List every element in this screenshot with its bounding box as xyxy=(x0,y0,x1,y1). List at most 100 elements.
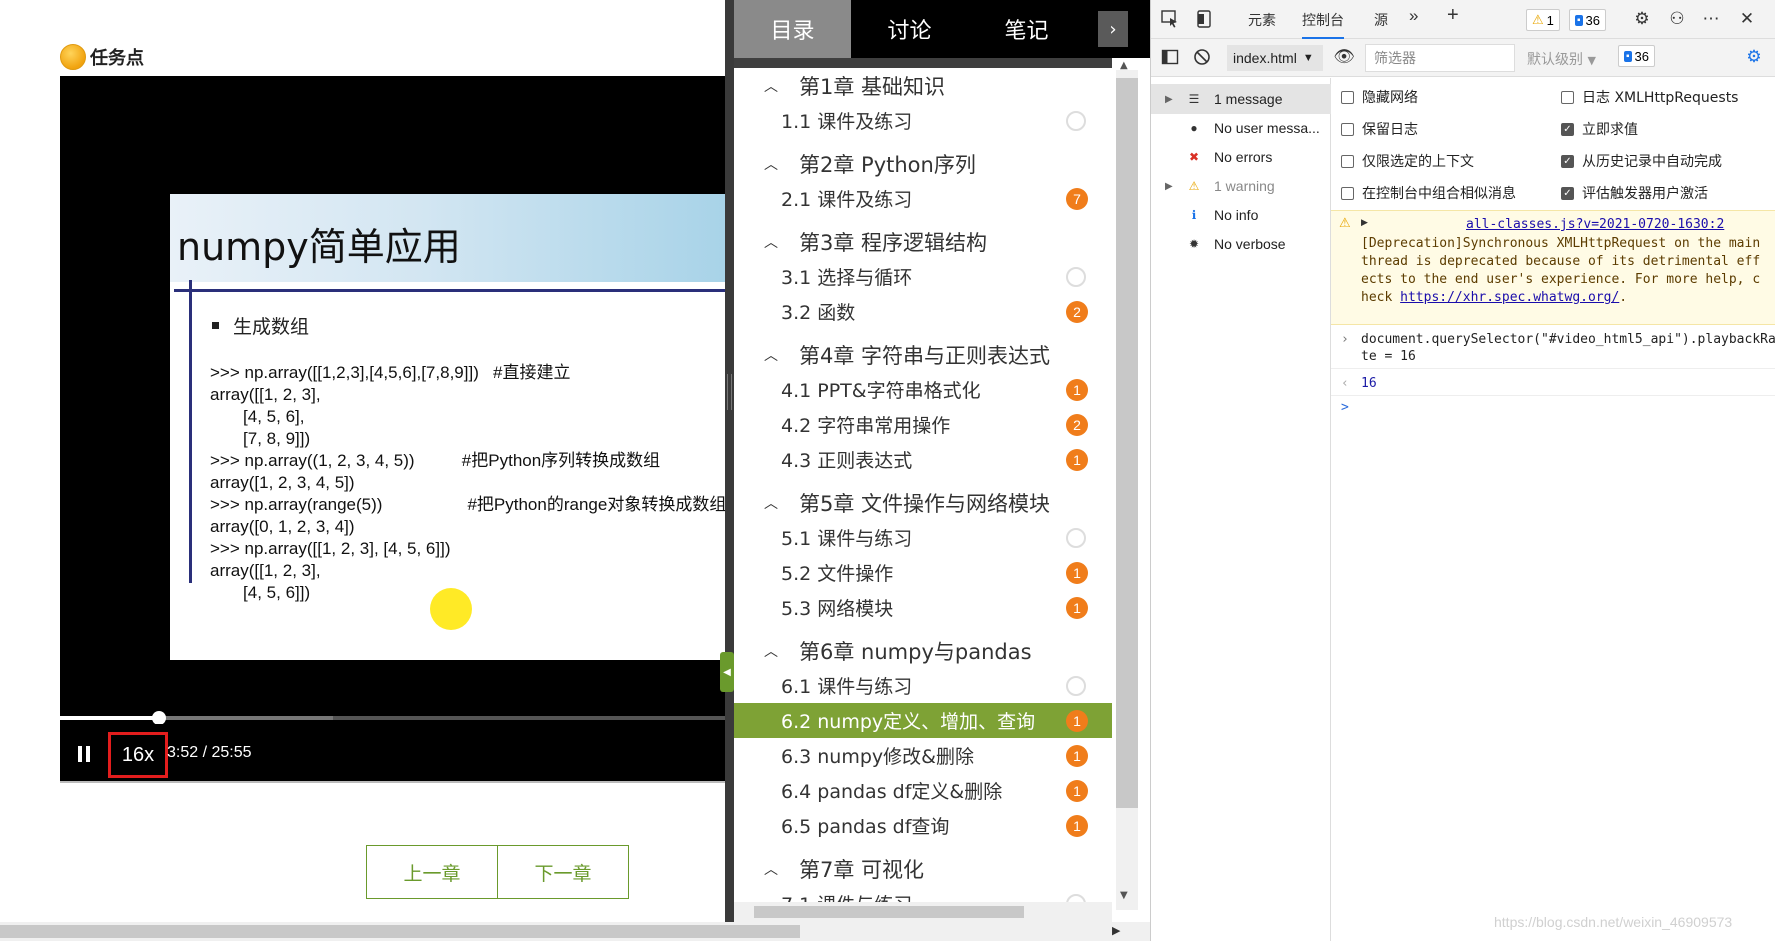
scroll-up-icon[interactable]: ▲ xyxy=(1120,60,1128,71)
horizontal-scrollbar[interactable]: ▶ xyxy=(0,922,1150,941)
catalog-horizontal-scrollbar[interactable] xyxy=(734,902,1112,922)
checkbox-unchecked-icon[interactable] xyxy=(1341,154,1354,168)
catalog-chapter[interactable]: ︿ 第1章 基础知识 xyxy=(734,68,1114,103)
console-setting-checkbox[interactable]: ✓ 从历史记录中自动完成 xyxy=(1561,151,1722,171)
console-prompt[interactable]: > xyxy=(1331,396,1775,426)
console-sidebar-item[interactable]: ▶ ⚠ 1 warning xyxy=(1151,171,1331,201)
close-icon[interactable]: ✕ xyxy=(1736,8,1758,30)
tabs-next-icon[interactable]: › xyxy=(1098,11,1128,47)
chevron-up-icon[interactable]: ︿ xyxy=(764,859,778,879)
console-setting-checkbox[interactable]: 在控制台中组合相似消息 xyxy=(1341,183,1516,203)
pane-splitter[interactable] xyxy=(725,0,734,922)
checkbox-unchecked-icon[interactable] xyxy=(1341,122,1354,136)
scrollbar-thumb[interactable] xyxy=(0,925,800,938)
chevron-up-icon[interactable]: ︿ xyxy=(764,232,778,252)
scroll-down-icon[interactable]: ▼ xyxy=(1120,890,1128,901)
clear-console-icon[interactable] xyxy=(1191,46,1213,68)
catalog-chapter[interactable]: ︿ 第2章 Python序列 xyxy=(734,146,1114,181)
catalog-section[interactable]: 6.1 课件与练习 xyxy=(734,668,1114,703)
warning-source-link[interactable]: all-classes.js?v=2021-0720-1630:2 xyxy=(1466,217,1724,232)
expand-triangle-icon[interactable]: ▶ xyxy=(1361,217,1368,228)
video-progress-bar[interactable] xyxy=(60,711,725,725)
catalog-chapter[interactable]: ︿ 第7章 可视化 xyxy=(734,851,1114,886)
catalog-section[interactable]: 5.2 文件操作 1 xyxy=(734,555,1114,590)
next-chapter-button[interactable]: 下一章 xyxy=(497,845,629,899)
console-sidebar-item[interactable]: ✖ No errors xyxy=(1151,142,1331,172)
pause-icon[interactable] xyxy=(78,746,92,762)
catalog-section[interactable]: 6.4 pandas df定义&删除 1 xyxy=(734,773,1114,808)
tab-catalog[interactable]: 目录 xyxy=(734,0,851,58)
live-expression-eye-icon[interactable]: 👁 xyxy=(1333,46,1355,68)
checkbox-unchecked-icon[interactable] xyxy=(1341,186,1354,200)
console-sidebar-item[interactable]: ● No user messa... xyxy=(1151,113,1331,143)
catalog-section[interactable]: 5.3 网络模块 1 xyxy=(734,590,1114,625)
catalog-chapter[interactable]: ︿ 第5章 文件操作与网络模块 xyxy=(734,485,1114,520)
catalog-section[interactable]: 5.1 课件与练习 xyxy=(734,520,1114,555)
more-tabs-icon[interactable]: » xyxy=(1409,6,1418,26)
checkbox-checked-icon[interactable]: ✓ xyxy=(1561,186,1574,200)
scrollbar-thumb[interactable] xyxy=(754,906,1024,918)
catalog-section[interactable]: 6.3 numpy修改&删除 1 xyxy=(734,738,1114,773)
tab-discussion[interactable]: 讨论 xyxy=(851,0,968,58)
devtools-tab-sources[interactable]: 源 xyxy=(1374,10,1388,30)
console-filter-input[interactable]: 筛选器 xyxy=(1365,44,1515,72)
catalog-section-active[interactable]: 6.2 numpy定义、增加、查询 1 xyxy=(734,703,1114,738)
checkbox-checked-icon[interactable]: ✓ xyxy=(1561,154,1574,168)
console-setting-checkbox[interactable]: ✓ 立即求值 xyxy=(1561,119,1638,139)
console-setting-checkbox[interactable]: 保留日志 xyxy=(1341,119,1418,139)
devtools-tab-elements[interactable]: 元素 xyxy=(1248,10,1276,30)
log-level-select[interactable]: 默认级别 ▼ xyxy=(1527,49,1596,69)
console-sidebar-item[interactable]: ✹ No verbose xyxy=(1151,229,1331,259)
more-options-icon[interactable]: ⋯ xyxy=(1700,8,1722,30)
catalog-chapter[interactable]: ︿ 第4章 字符串与正则表达式 xyxy=(734,337,1114,372)
collapse-catalog-button[interactable]: ◀ xyxy=(720,652,734,692)
console-setting-checkbox[interactable]: ✓ 评估触发器用户激活 xyxy=(1561,183,1708,203)
catalog-section[interactable]: 2.1 课件及练习 7 xyxy=(734,181,1114,216)
catalog-section[interactable]: 3.2 函数 2 xyxy=(734,294,1114,329)
warning-help-link[interactable]: https://xhr.spec.whatwg.org/ xyxy=(1400,290,1619,305)
catalog-chapter[interactable]: ︿ 第3章 程序逻辑结构 xyxy=(734,224,1114,259)
scrollbar-thumb[interactable] xyxy=(1116,78,1138,808)
devtools-tab-console[interactable]: 控制台 xyxy=(1302,10,1344,39)
catalog-section[interactable]: 6.5 pandas df查询 1 xyxy=(734,808,1114,843)
playback-rate-button[interactable]: 16x xyxy=(108,732,168,778)
scroll-right-icon[interactable]: ▶ xyxy=(1112,924,1120,937)
catalog-vertical-scrollbar[interactable]: ▲ ▼ xyxy=(1112,58,1150,922)
chevron-up-icon[interactable]: ︿ xyxy=(764,76,778,96)
show-sidebar-icon[interactable] xyxy=(1159,46,1181,68)
catalog-section[interactable]: 3.1 选择与循环 xyxy=(734,259,1114,294)
console-setting-checkbox[interactable]: 隐藏网络 xyxy=(1341,87,1418,107)
catalog-section[interactable]: 4.2 字符串常用操作 2 xyxy=(734,407,1114,442)
checkbox-unchecked-icon[interactable] xyxy=(1561,90,1574,104)
console-setting-checkbox[interactable]: 日志 XMLHttpRequests xyxy=(1561,87,1738,107)
chevron-up-icon[interactable]: ︿ xyxy=(764,154,778,174)
chevron-up-icon[interactable]: ︿ xyxy=(764,493,778,513)
console-setting-checkbox[interactable]: 仅限选定的上下文 xyxy=(1341,151,1474,171)
context-selector[interactable]: index.html ▼ xyxy=(1227,45,1323,71)
checkbox-checked-icon[interactable]: ✓ xyxy=(1561,122,1574,136)
settings-gear-icon[interactable]: ⚙ xyxy=(1631,8,1653,30)
tab-notes[interactable]: 笔记 xyxy=(968,0,1085,58)
catalog-section[interactable]: 4.1 PPT&字符串格式化 1 xyxy=(734,372,1114,407)
console-settings-gear-icon[interactable]: ⚙ xyxy=(1743,46,1765,68)
chevron-up-icon[interactable]: ︿ xyxy=(764,345,778,365)
checkbox-unchecked-icon[interactable] xyxy=(1341,90,1354,104)
connection-icon[interactable]: ⚇ xyxy=(1666,8,1688,30)
inspect-element-icon[interactable] xyxy=(1159,8,1181,30)
catalog-section[interactable]: 1.1 课件及练习 xyxy=(734,103,1114,138)
console-sidebar-item[interactable]: ℹ No info xyxy=(1151,200,1331,230)
device-toolbar-icon[interactable] xyxy=(1193,8,1215,30)
expand-triangle-icon[interactable]: ▶ xyxy=(1165,181,1173,192)
warnings-counter[interactable]: ⚠ 1 xyxy=(1526,9,1560,31)
video-player[interactable]: numpy简单应用 生成数组 >>> np.array([[1,2,3],[4,… xyxy=(60,76,725,781)
expand-triangle-icon[interactable]: ▶ xyxy=(1165,94,1173,105)
catalog-chapter[interactable]: ︿ 第6章 numpy与pandas xyxy=(734,633,1114,668)
issues-counter[interactable]: ▪ 36 xyxy=(1618,45,1656,67)
progress-handle[interactable] xyxy=(152,711,167,725)
console-sidebar-item[interactable]: ▶ ☰ 1 message xyxy=(1151,84,1331,114)
messages-counter[interactable]: ▪ 36 xyxy=(1569,9,1607,31)
add-tab-icon[interactable]: + xyxy=(1447,4,1459,27)
catalog-section[interactable]: 4.3 正则表达式 1 xyxy=(734,442,1114,477)
chevron-up-icon[interactable]: ︿ xyxy=(764,641,778,661)
prev-chapter-button[interactable]: 上一章 xyxy=(366,845,498,899)
